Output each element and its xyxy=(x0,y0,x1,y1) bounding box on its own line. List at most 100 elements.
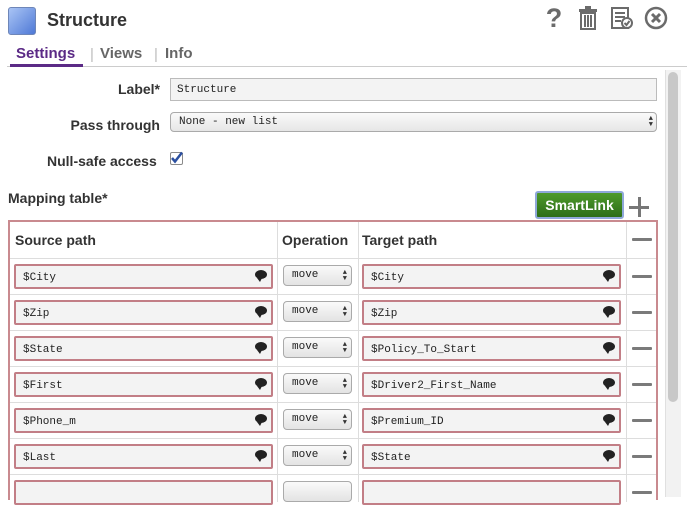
source-path-input[interactable]: $City xyxy=(14,264,273,289)
comment-icon[interactable] xyxy=(603,270,615,282)
table-row: $Phone_m move ▲ ▼ $Premium_ID xyxy=(10,402,656,439)
remove-all-icon[interactable] xyxy=(632,238,652,241)
comment-icon[interactable] xyxy=(255,378,267,390)
remove-row-icon[interactable] xyxy=(632,491,652,494)
operation-value: move xyxy=(292,413,319,425)
select-arrows-icon: ▲ ▼ xyxy=(342,304,347,319)
select-arrows-icon: ▲ ▼ xyxy=(342,268,347,283)
operation-select[interactable] xyxy=(283,481,352,502)
label-field-label: Label* xyxy=(117,81,160,97)
comment-icon[interactable] xyxy=(255,450,267,462)
remove-row-icon[interactable] xyxy=(632,455,652,458)
null-safe-label: Null-safe access xyxy=(47,153,157,169)
table-row: $City move ▲ ▼ $City xyxy=(10,258,656,295)
structure-snap-icon xyxy=(8,7,36,35)
checkmark-icon xyxy=(171,151,183,164)
table-row: $Zip move ▲ ▼ $Zip xyxy=(10,294,656,331)
select-arrows-icon: ▲ ▼ xyxy=(342,376,347,391)
table-row: $First move ▲ ▼ $Driver2_First_Name xyxy=(10,366,656,403)
target-path-input[interactable]: $City xyxy=(362,264,621,289)
remove-row-icon[interactable] xyxy=(632,275,652,278)
tab-info[interactable]: Info xyxy=(165,45,193,62)
source-path-input[interactable]: $First xyxy=(14,372,273,397)
checklist-icon[interactable] xyxy=(609,5,635,31)
mapping-table: Source path Operation Target path $City … xyxy=(8,220,658,505)
mapping-table-label: Mapping table* xyxy=(8,190,108,206)
pass-through-select[interactable]: None - new list ▲ ▼ xyxy=(170,112,657,132)
tab-separator: | xyxy=(154,46,158,63)
comment-icon[interactable] xyxy=(255,270,267,282)
remove-row-icon[interactable] xyxy=(632,311,652,314)
select-arrows-icon: ▲ ▼ xyxy=(342,412,347,427)
source-path-input[interactable]: $State xyxy=(14,336,273,361)
source-path-value: $State xyxy=(23,344,63,356)
tab-views[interactable]: Views xyxy=(100,45,142,62)
target-path-input[interactable] xyxy=(362,480,621,505)
source-path-value: $First xyxy=(23,380,63,392)
null-safe-checkbox[interactable] xyxy=(170,151,183,165)
smartlink-button[interactable]: SmartLink xyxy=(535,191,624,219)
scrollbar-thumb[interactable] xyxy=(668,72,678,402)
comment-icon[interactable] xyxy=(255,342,267,354)
remove-row-icon[interactable] xyxy=(632,419,652,422)
comment-icon[interactable] xyxy=(603,342,615,354)
operation-select[interactable]: move ▲ ▼ xyxy=(283,373,352,394)
dialog-header: Structure ? xyxy=(0,0,698,40)
table-row: $Last move ▲ ▼ $State xyxy=(10,438,656,475)
dialog-title: Structure xyxy=(47,10,128,30)
label-input-value: Structure xyxy=(177,84,237,96)
pass-through-value: None - new list xyxy=(179,116,279,128)
source-path-input[interactable]: $Zip xyxy=(14,300,273,325)
source-path-value: $Last xyxy=(23,452,57,464)
target-path-value: $Zip xyxy=(371,308,398,320)
comment-icon[interactable] xyxy=(603,378,615,390)
operation-select[interactable]: move ▲ ▼ xyxy=(283,445,352,466)
tab-separator: | xyxy=(90,46,94,63)
label-input[interactable]: Structure xyxy=(170,78,657,101)
tab-settings[interactable]: Settings xyxy=(10,45,84,67)
comment-icon[interactable] xyxy=(603,414,615,426)
operation-select[interactable]: move ▲ ▼ xyxy=(283,265,352,286)
source-path-value: $City xyxy=(23,272,57,284)
target-path-value: $Policy_To_Start xyxy=(371,344,477,356)
comment-icon[interactable] xyxy=(255,306,267,318)
target-path-input[interactable]: $Driver2_First_Name xyxy=(362,372,621,397)
column-header-source: Source path xyxy=(15,232,96,248)
target-path-input[interactable]: $Policy_To_Start xyxy=(362,336,621,361)
add-row-icon[interactable] xyxy=(628,196,650,218)
vertical-scrollbar[interactable] xyxy=(665,70,681,497)
table-row xyxy=(10,474,656,511)
table-row: $State move ▲ ▼ $Policy_To_Start xyxy=(10,330,656,367)
select-arrows-icon: ▲ ▼ xyxy=(342,448,347,463)
operation-value: move xyxy=(292,269,319,281)
trash-icon[interactable] xyxy=(575,5,601,31)
operation-select[interactable]: move ▲ ▼ xyxy=(283,337,352,358)
operation-select[interactable]: move ▲ ▼ xyxy=(283,409,352,430)
comment-icon[interactable] xyxy=(603,306,615,318)
comment-icon[interactable] xyxy=(603,450,615,462)
source-path-value: $Zip xyxy=(23,308,50,320)
select-arrows-icon: ▲ ▼ xyxy=(648,115,653,129)
source-path-input[interactable] xyxy=(14,480,273,505)
source-path-input[interactable]: $Phone_m xyxy=(14,408,273,433)
operation-value: move xyxy=(292,305,319,317)
select-arrows-icon: ▲ ▼ xyxy=(342,340,347,355)
source-path-value: $Phone_m xyxy=(23,416,76,428)
comment-icon[interactable] xyxy=(255,414,267,426)
target-path-input[interactable]: $Zip xyxy=(362,300,621,325)
operation-value: move xyxy=(292,449,319,461)
target-path-input[interactable]: $State xyxy=(362,444,621,469)
source-path-input[interactable]: $Last xyxy=(14,444,273,469)
remove-row-icon[interactable] xyxy=(632,347,652,350)
help-icon[interactable]: ? xyxy=(543,5,565,32)
pass-through-label: Pass through xyxy=(70,117,160,133)
target-path-value: $Driver2_First_Name xyxy=(371,380,497,392)
column-header-target: Target path xyxy=(362,232,438,248)
target-path-input[interactable]: $Premium_ID xyxy=(362,408,621,433)
operation-value: move xyxy=(292,341,319,353)
operation-select[interactable]: move ▲ ▼ xyxy=(283,301,352,322)
tab-bar: Settings | Views | Info xyxy=(7,44,687,67)
close-icon[interactable] xyxy=(643,5,669,31)
column-header-operation: Operation xyxy=(282,232,349,248)
remove-row-icon[interactable] xyxy=(632,383,652,386)
